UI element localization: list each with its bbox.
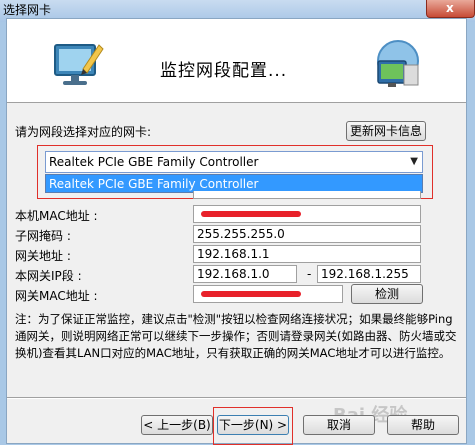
note-text: 注：为了保证正常监控，建议点击"检测"按钮以检查网络连接状况；如果最终能够Pin…	[15, 312, 457, 360]
adapter-option-label: Realtek PCIe GBE Family Controller	[49, 177, 259, 191]
help-button[interactable]: 帮助	[387, 415, 459, 435]
wizard-header: 监控网段配置...	[7, 19, 466, 103]
header-title: 监控网段配置...	[160, 61, 288, 81]
segment-end-field[interactable]: 192.168.1.255	[317, 265, 421, 283]
adapter-prompt-label: 请为网段选择对应的网卡:	[15, 125, 152, 139]
network-adapter-icon	[377, 40, 419, 87]
close-button[interactable]: x	[426, 0, 475, 18]
monitor-pen-icon	[54, 44, 104, 85]
segment-dash: -	[307, 267, 312, 281]
segment-start-field[interactable]: 192.168.1.0	[193, 265, 297, 283]
gateway-label: 网关地址 :	[15, 249, 71, 263]
local-mac-label: 本机MAC地址 :	[15, 209, 98, 223]
redaction-scribble	[201, 211, 301, 217]
ip-field-partial[interactable]	[193, 191, 421, 199]
footer-divider	[7, 397, 466, 399]
prev-button[interactable]: < 上一步(B)	[141, 415, 213, 435]
chevron-down-icon[interactable]: ▼	[410, 156, 418, 167]
redaction-scribble	[201, 291, 301, 297]
gateway-field[interactable]: 192.168.1.1	[193, 245, 421, 263]
segment-label: 本网关IP段 :	[15, 269, 82, 283]
adapter-select[interactable]: Realtek PCIe GBE Family Controller ▼	[45, 151, 423, 173]
next-button[interactable]: 下一步(N) >	[217, 415, 289, 435]
adapter-select-value: Realtek PCIe GBE Family Controller	[49, 155, 259, 169]
gateway-mac-label: 网关MAC地址 :	[15, 289, 98, 303]
detect-button[interactable]: 检测	[351, 284, 423, 304]
subnet-field[interactable]: 255.255.255.0	[193, 225, 421, 243]
close-icon: x	[446, 1, 454, 15]
window-title: 选择网卡	[3, 3, 52, 17]
refresh-adapter-button[interactable]: 更新网卡信息	[346, 121, 426, 141]
cancel-button[interactable]: 取消	[303, 415, 375, 435]
dialog-content: 监控网段配置... 请为网段选择对应的网卡: 更新网卡信息 Realtek PC…	[6, 18, 467, 445]
subnet-label: 子网掩码 :	[15, 229, 71, 243]
